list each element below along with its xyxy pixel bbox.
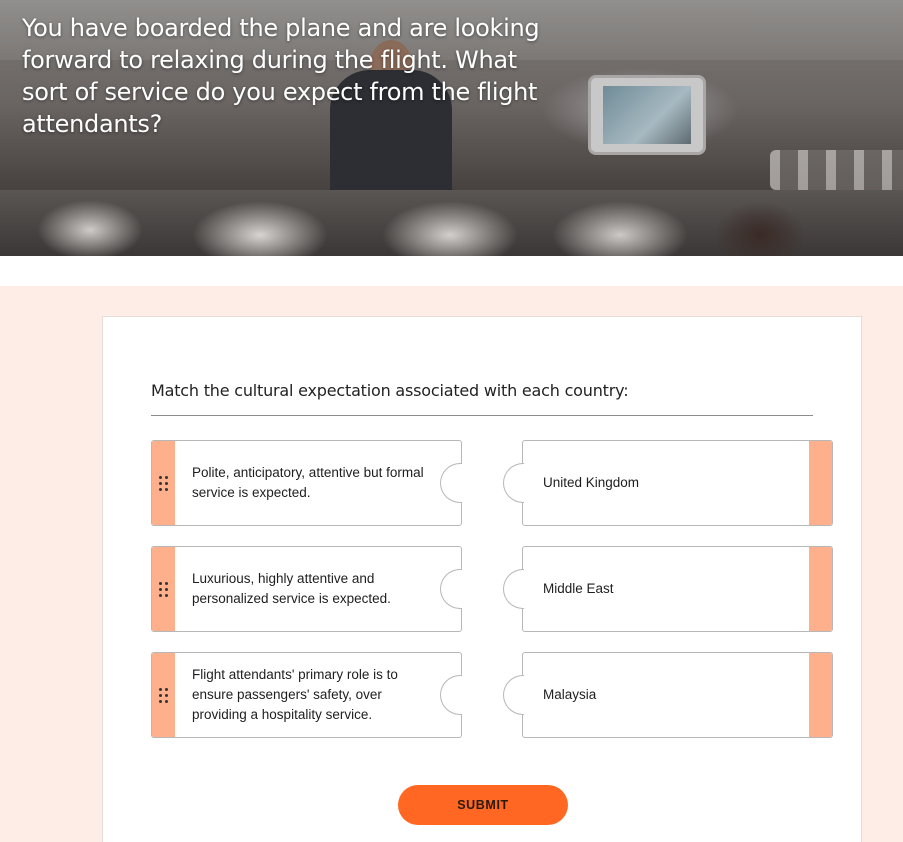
response-item[interactable]: Malaysia	[503, 652, 833, 738]
hero-image-monitor	[588, 75, 706, 155]
section-spacer	[0, 256, 903, 286]
connector-tab	[503, 675, 524, 715]
hero-image-windows	[770, 150, 903, 190]
response-text: Middle East	[543, 581, 614, 596]
question-text: Match the cultural expectation associate…	[151, 381, 629, 400]
drag-handle[interactable]	[809, 653, 832, 737]
connector-socket	[440, 675, 462, 715]
drag-handle[interactable]	[152, 653, 175, 737]
drag-handle-icon	[159, 687, 168, 703]
hero-image-seats	[0, 190, 903, 256]
hero-title: You have boarded the plane and are looki…	[22, 14, 540, 138]
prompt-text: Luxurious, highly attentive and personal…	[192, 571, 391, 606]
prompt-text: Polite, anticipatory, attentive but form…	[192, 465, 424, 500]
drag-handle-icon	[159, 581, 168, 597]
connector-socket	[440, 569, 462, 609]
drag-handle[interactable]	[152, 547, 175, 631]
drag-handle[interactable]	[809, 547, 832, 631]
submit-button[interactable]: SUBMIT	[398, 785, 568, 825]
prompt-item[interactable]: Luxurious, highly attentive and personal…	[151, 546, 462, 632]
prompt-item[interactable]: Polite, anticipatory, attentive but form…	[151, 440, 462, 526]
connector-socket	[440, 463, 462, 503]
response-item[interactable]: United Kingdom	[503, 440, 833, 526]
response-item[interactable]: Middle East	[503, 546, 833, 632]
connector-tab	[503, 569, 524, 609]
response-text: Malaysia	[543, 687, 597, 702]
matching-card: Match the cultural expectation associate…	[102, 316, 862, 842]
drag-handle[interactable]	[809, 441, 832, 525]
prompt-item[interactable]: Flight attendants' primary role is to en…	[151, 652, 462, 738]
drag-handle-icon	[159, 475, 168, 491]
hero-banner: You have boarded the plane and are looki…	[0, 0, 903, 256]
connector-tab	[503, 463, 524, 503]
drag-handle[interactable]	[152, 441, 175, 525]
prompt-text: Flight attendants' primary role is to en…	[192, 667, 398, 722]
response-text: United Kingdom	[543, 475, 640, 490]
divider	[151, 415, 813, 416]
